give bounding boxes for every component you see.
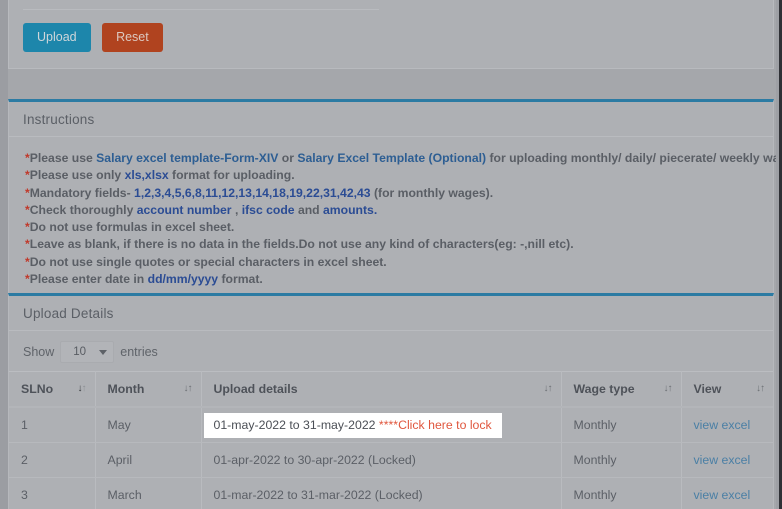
cell-view: view excel	[681, 407, 773, 443]
column-header-label: View	[693, 382, 722, 396]
highlighted-term: 1,2,3,4,5,6,8,11,12,13,14,18,19,22,31,42…	[134, 185, 371, 200]
sort-arrows-icon[interactable]: ↓↑	[184, 384, 193, 394]
highlighted-upload-details: 01-may-2022 to 31-may-2022 ****Click her…	[203, 413, 502, 438]
table-row: 3 March 01-mar-2022 to 31-mar-2022 (Locked…	[9, 477, 773, 509]
column-header-wage-type[interactable]: Wage type ↓↑	[561, 371, 682, 408]
instruction-text: format.	[218, 272, 263, 287]
sort-arrows-icon[interactable]: ↓↑	[664, 384, 673, 394]
instruction-text: Do not use formulas in excel sheet.	[29, 220, 235, 235]
cell-slno: 2	[9, 442, 96, 478]
table-head: SLNo ↓↑ Month ↓↑ Upload details ↓↑ Wage type ↓↑…	[9, 371, 773, 408]
instruction-text: or	[278, 151, 298, 165]
instruction-line: *Please enter date in dd/mm/yyyy format.	[25, 271, 757, 288]
highlighted-term: xls,xlsx	[124, 168, 169, 183]
left-gutter	[0, 0, 8, 509]
instruction-text: Leave as blank, if there is no data in t…	[29, 237, 574, 252]
cell-wage-type: Monthly	[561, 477, 682, 509]
instructions-list: *Please use Salary excel template-Form-X…	[9, 137, 782, 301]
column-header-slno[interactable]: SLNo ↓↑	[9, 371, 96, 408]
table-header-row: SLNo ↓↑ Month ↓↑ Upload details ↓↑ Wage type ↓↑…	[9, 371, 773, 408]
instruction-line: *Please use Salary excel template-Form-X…	[25, 150, 782, 167]
cell-slno: 1	[9, 407, 96, 443]
sort-arrows-icon[interactable]: ↓↑	[756, 384, 765, 394]
cell-month: March	[95, 477, 202, 509]
view-excel-link[interactable]: view excel	[694, 488, 751, 502]
form-button-row: Upload Reset	[23, 10, 759, 68]
page-length-select-wrap[interactable]: 102550100	[60, 341, 115, 363]
column-header-label: Upload details	[213, 382, 298, 396]
instruction-text: for uploading monthly/ daily/ piecerate/…	[486, 151, 782, 165]
column-header-upload-details[interactable]: Upload details ↓↑	[201, 371, 562, 408]
upload-details-heading: Upload Details	[9, 296, 773, 331]
table-row: 2 April 01-apr-2022 to 30-apr-2022 (Locked…	[9, 442, 773, 478]
column-header-label: SLNo	[21, 382, 54, 396]
upload-details-panel: Upload Details Show 102550100 entries SL…	[8, 293, 774, 509]
reset-button[interactable]: Reset	[102, 23, 163, 52]
page-root: Choose File No file chosen Upload Reset …	[0, 0, 782, 509]
instruction-text: ,	[231, 202, 242, 217]
instructions-heading: Instructions	[9, 102, 773, 137]
entries-label: entries	[120, 345, 158, 359]
view-excel-link[interactable]: view excel	[694, 453, 751, 467]
template-link[interactable]: Salary Excel Template (Optional)	[297, 151, 486, 165]
sort-arrows-icon[interactable]: ↓↑	[544, 384, 553, 394]
sort-arrows-icon[interactable]: ↓↑	[78, 384, 87, 394]
column-header-month[interactable]: Month ↓↑	[95, 371, 202, 408]
upload-form-body: Choose File No file chosen Upload Reset	[9, 0, 773, 68]
column-header-view[interactable]: View ↓↑	[681, 371, 773, 408]
cell-upload-details: 01-mar-2022 to 31-mar-2022 (Locked)	[201, 477, 562, 509]
page-length-select[interactable]: 102550100	[60, 341, 115, 363]
view-excel-link[interactable]: view excel	[694, 418, 751, 432]
instructions-panel: Instructions *Please use Salary excel te…	[8, 99, 782, 303]
instruction-line: *Mandatory fields- 1,2,3,4,5,6,8,11,12,1…	[25, 185, 757, 202]
cell-wage-type: Monthly	[561, 407, 682, 443]
lock-asterisks: ****	[375, 418, 399, 432]
cell-wage-type: Monthly	[561, 442, 682, 478]
instruction-line: *Check thoroughly account number , ifsc …	[25, 202, 757, 219]
cell-upload-details: 01-may-2022 to 31-may-2022 ****Click her…	[201, 407, 562, 443]
instruction-text: Please use	[29, 151, 97, 165]
show-label: Show	[23, 345, 55, 359]
table-body: 1 May 01-may-2022 to 31-may-2022 ****Click…	[9, 407, 773, 509]
click-here-to-lock-link[interactable]: Click here to lock	[398, 418, 492, 432]
column-header-label: Wage type	[573, 382, 635, 396]
highlighted-term: account number	[136, 202, 232, 217]
instruction-text: Check thoroughly	[29, 202, 137, 217]
cell-month: May	[95, 407, 202, 443]
instruction-line: *Leave as blank, if there is no data in …	[25, 236, 757, 253]
instruction-line: *Please use only xls,xlsx format for upl…	[25, 167, 757, 184]
cell-month: April	[95, 442, 202, 478]
highlighted-term: ifsc code	[241, 202, 295, 217]
upload-button[interactable]: Upload	[23, 23, 91, 52]
instruction-text: Do not use single quotes or special char…	[29, 254, 387, 269]
highlighted-term: amounts.	[323, 202, 378, 217]
highlighted-term: dd/mm/yyyy	[147, 272, 219, 287]
template-link[interactable]: Salary excel template-Form-XIV	[96, 151, 278, 165]
cell-slno: 3	[9, 477, 96, 509]
instruction-text: Please use only	[29, 168, 125, 183]
table-length-control: Show 102550100 entries	[9, 331, 773, 371]
instruction-text: (for monthly wages).	[370, 185, 494, 200]
table-row: 1 May 01-may-2022 to 31-may-2022 ****Click…	[9, 407, 773, 443]
instruction-line: *Do not use single quotes or special cha…	[25, 254, 757, 271]
instruction-line: *Do not use formulas in excel sheet.	[25, 219, 757, 236]
instruction-text: format for uploading.	[168, 168, 295, 183]
cell-view: view excel	[681, 477, 773, 509]
instruction-text: Mandatory fields-	[29, 185, 135, 200]
upload-details-table: SLNo ↓↑ Month ↓↑ Upload details ↓↑ Wage type ↓↑…	[9, 371, 773, 509]
instruction-text: Please enter date in	[29, 272, 148, 287]
cell-upload-details: 01-apr-2022 to 30-apr-2022 (Locked)	[201, 442, 562, 478]
column-header-label: Month	[107, 382, 145, 396]
cell-view: view excel	[681, 442, 773, 478]
upload-date-range: 01-may-2022 to 31-may-2022	[213, 418, 376, 432]
upload-form-panel: Choose File No file chosen Upload Reset	[8, 0, 774, 69]
instruction-text: and	[294, 202, 324, 217]
